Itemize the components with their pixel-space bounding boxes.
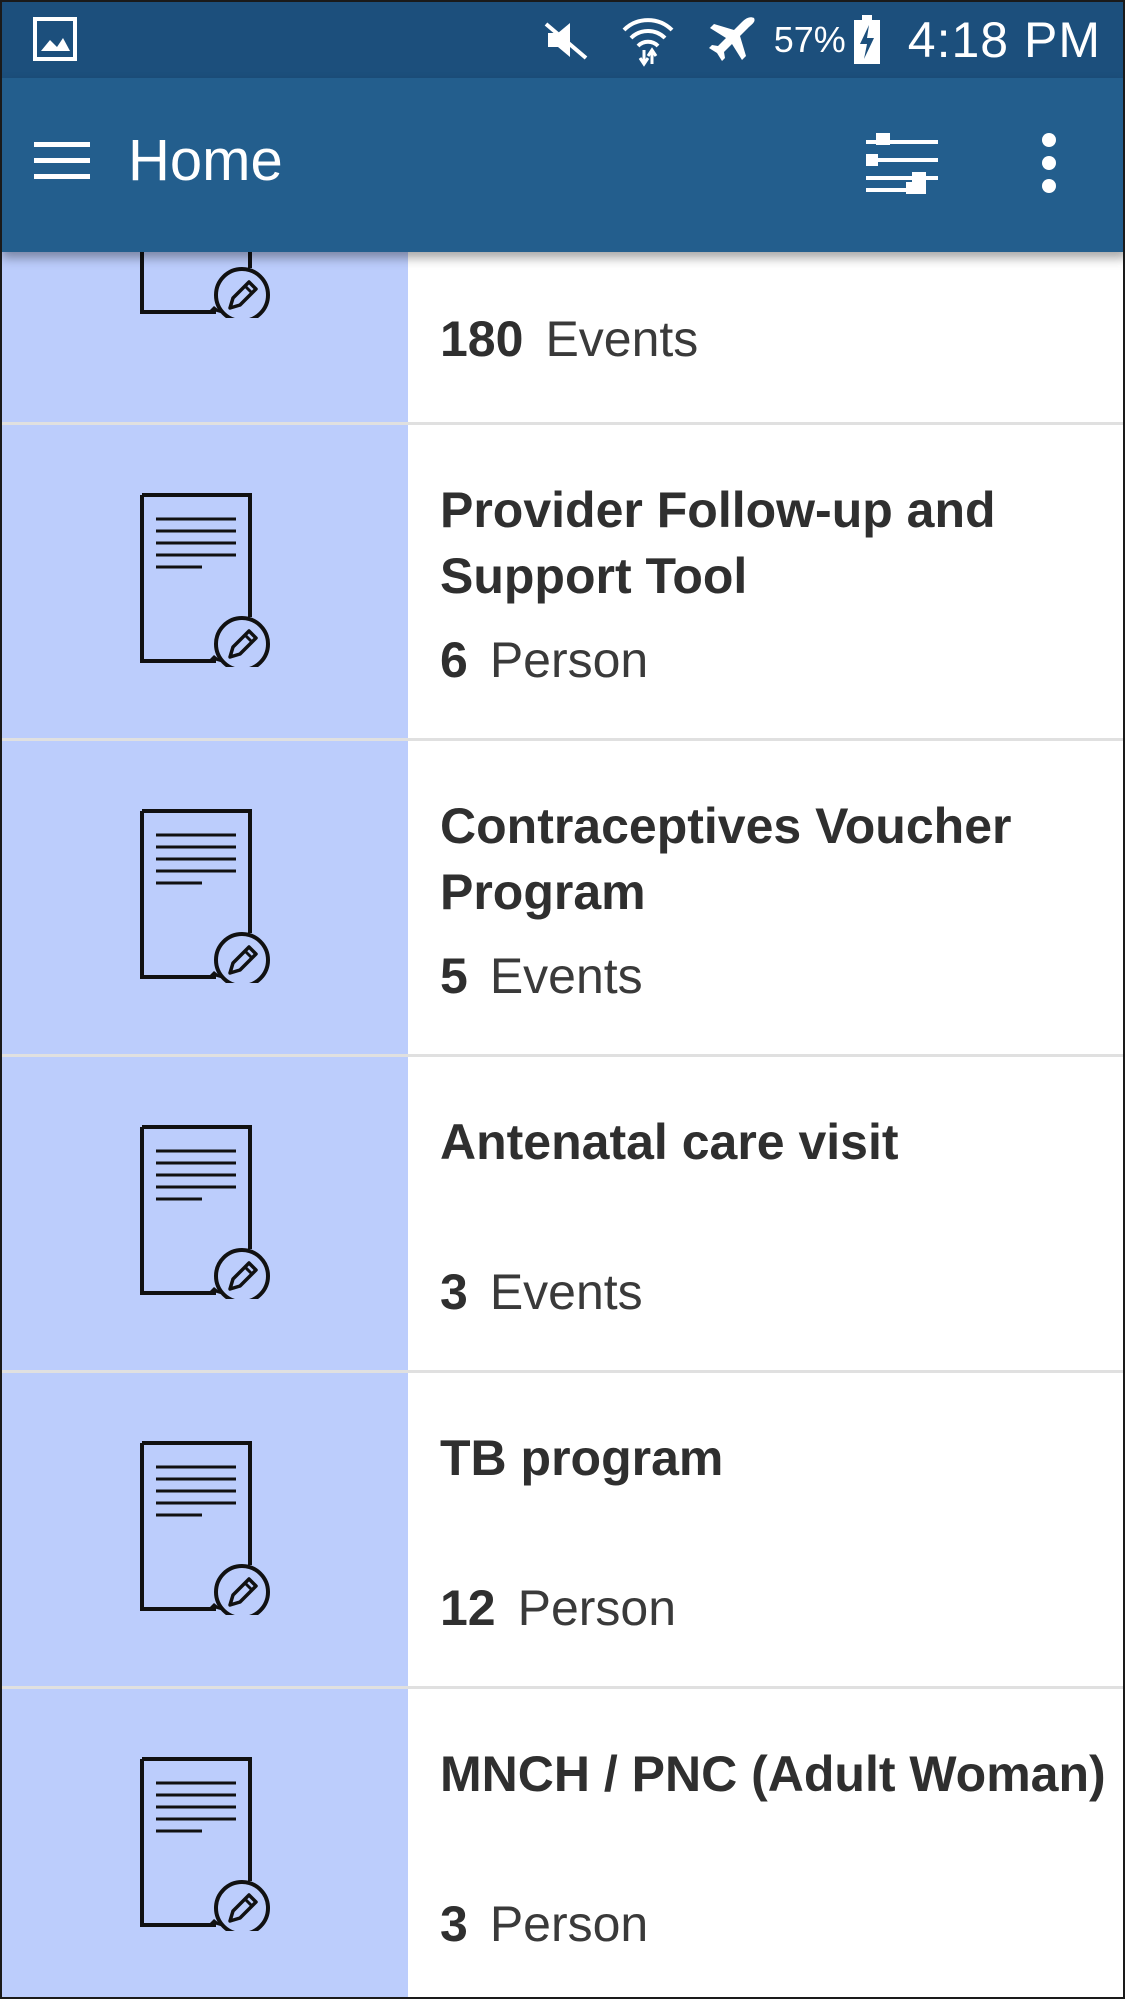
program-row[interactable]: Contraceptives Voucher Program 5 Events [2,741,1123,1057]
program-info: Antenatal care visit 3 Events [408,1057,1123,1370]
filter-icon[interactable] [862,130,942,196]
form-document-icon [140,493,270,667]
program-count-unit: Events [489,948,643,1004]
status-icons: 57% 4:18 PM [540,2,1101,78]
program-count: 12 Person [440,1578,676,1638]
program-row[interactable]: mortality 180Events [2,144,1123,425]
program-title: Contraceptives Voucher Program [440,798,1012,920]
clock: 4:18 PM [907,12,1101,68]
program-row[interactable]: Provider Follow-up and Support Tool 6 Per… [2,425,1123,741]
program-count-value: 3 [440,1264,468,1320]
program-count-value: 3 [440,1896,468,1952]
program-count-value: 5 [440,948,468,1004]
program-icon-cell [2,741,408,1054]
program-title: Provider Follow-up and Support Tool [440,482,996,604]
mute-icon [544,22,588,60]
program-info: MNCH / PNC (Adult Woman) 3 Person [408,1689,1123,1997]
program-icon-cell [2,1057,408,1370]
program-row[interactable]: Antenatal care visit 3 Events [2,1057,1123,1373]
program-count: 3 Events [440,1262,643,1322]
program-info: mortality 180Events [408,195,1123,422]
program-title: TB program [440,1430,724,1486]
program-info: TB program 12 Person [408,1373,1123,1686]
program-count-unit: Events [545,311,699,367]
program-info: Provider Follow-up and Support Tool 6 Per… [408,425,1123,738]
menu-icon[interactable] [32,136,92,184]
airplane-mode-icon [708,17,755,61]
form-document-icon [140,809,270,983]
program-count-value: 180 [440,311,524,367]
program-count: 3 Person [440,1894,648,1954]
program-row[interactable]: TB program 12 Person [2,1373,1123,1689]
battery-percent: 57% [773,19,846,60]
status-bar: 57% 4:18 PM [2,2,1123,78]
program-count: 180 Events [440,309,698,369]
more-vert-icon[interactable] [1026,128,1072,198]
screen: 57% 4:18 PM Home 180 Events Provider Fol… [0,0,1125,1999]
program-count: 6 Person [440,630,648,690]
program-count-unit: Person [517,1580,677,1636]
program-count: 5 Events [440,946,643,1006]
app-bar: Home [2,78,1123,252]
program-title: MNCH / PNC (Adult Woman) [440,1746,1106,1802]
form-document-icon [140,1757,270,1931]
gallery-icon [33,17,77,61]
program-count-unit: Person [489,1896,649,1952]
program-icon-cell [2,1373,408,1686]
program-icon-cell [2,1689,408,1997]
program-count-unit: Person [489,632,649,688]
program-count-value: 12 [440,1580,496,1636]
program-row[interactable]: MNCH / PNC (Adult Woman) 3 Person [2,1689,1123,1997]
program-info: Contraceptives Voucher Program 5 Events [408,741,1123,1054]
wifi-icon [622,18,674,67]
program-title: Antenatal care visit [440,1114,899,1170]
program-count-unit: Events [489,1264,643,1320]
program-icon-cell [2,425,408,738]
form-document-icon [140,1125,270,1299]
form-document-icon [140,1441,270,1615]
program-count-value: 6 [440,632,468,688]
battery-charging-icon [853,15,880,64]
page-title: Home [128,128,283,193]
program-icon-cell [2,144,408,422]
